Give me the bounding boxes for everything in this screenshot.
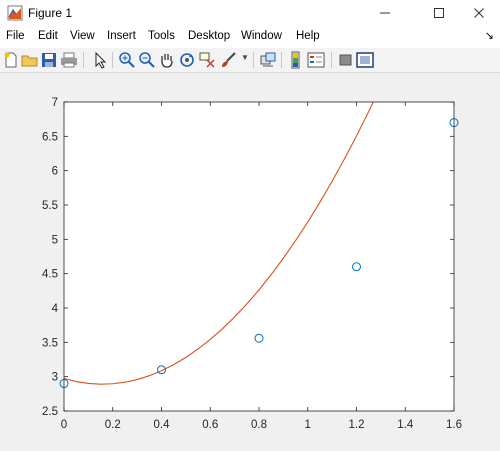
y-tick-label: 5.5 [42, 200, 58, 212]
hide-plot-tools-icon[interactable] [337, 51, 355, 69]
data-cursor-icon[interactable] [198, 51, 216, 69]
print-icon[interactable] [60, 51, 78, 69]
show-plot-tools-icon[interactable] [356, 51, 374, 69]
y-tick-label: 2.5 [42, 406, 58, 418]
toolbar-separator [112, 52, 113, 68]
link-plot-icon[interactable] [259, 51, 277, 69]
y-tick-label: 3.5 [42, 337, 58, 349]
y-tick-label: 5 [52, 234, 58, 246]
pan-hand-icon[interactable] [158, 51, 176, 69]
menu-bar: File Edit View Insert Tools Desktop Wind… [0, 26, 500, 48]
y-tick-label: 3 [52, 372, 58, 384]
menu-desktop[interactable]: Desktop [188, 30, 230, 42]
plot-canvas: 0 0.2 0.4 0.6 0.8 1 1.2 1.4 1.6 2.5 3 3.5 4 4.5 5 5.5 6 6… [42, 97, 462, 431]
menu-tools[interactable]: Tools [148, 30, 175, 42]
toolbar-separator [83, 52, 84, 68]
window-title: Figure 1 [28, 6, 73, 20]
y-tick-label: 6 [52, 166, 58, 178]
toolbar-separator [281, 52, 282, 68]
figure-canvas: 0 0.2 0.4 0.6 0.8 1 1.2 1.4 1.6 2.5 3 3.5 4 4.5 5 5.5 6 6… [0, 73, 500, 451]
maximize-icon [434, 8, 444, 18]
brush-icon[interactable] [219, 51, 237, 69]
zoom-in-icon[interactable] [118, 51, 136, 69]
open-file-icon[interactable] [21, 51, 39, 69]
legend-icon[interactable] [307, 51, 325, 69]
matlab-figure-icon [7, 5, 23, 21]
x-tick-label: 0.8 [251, 419, 267, 431]
x-tick-label: 0.6 [202, 419, 218, 431]
y-tick-label: 4 [52, 303, 59, 315]
menu-window[interactable]: Window [241, 30, 282, 42]
menu-file[interactable]: File [6, 30, 25, 42]
toolbar-separator [331, 52, 332, 68]
pointer-icon[interactable] [91, 51, 109, 69]
x-tick-label: 0.2 [105, 419, 121, 431]
x-tick-label: 0.4 [154, 419, 171, 431]
x-tick-label: 1.4 [397, 419, 414, 431]
brush-dropdown-icon[interactable]: ▼ [241, 53, 249, 62]
window-titlebar: Figure 1 [0, 0, 500, 26]
y-tick-label: 7 [52, 97, 58, 109]
minimize-icon [380, 12, 390, 14]
save-icon[interactable] [40, 51, 58, 69]
x-tick-label: 0 [61, 419, 67, 431]
menu-edit[interactable]: Edit [38, 30, 58, 42]
axes-background [64, 102, 454, 411]
rotate-3d-icon[interactable] [178, 51, 196, 69]
close-icon [474, 8, 484, 18]
y-tick-label: 4.5 [42, 269, 58, 281]
y-tick-label: 6.5 [42, 131, 58, 143]
figure-toolbar: ▼ [0, 48, 500, 73]
menu-insert[interactable]: Insert [107, 30, 136, 42]
x-tick-label: 1 [305, 419, 311, 431]
colorbar-icon[interactable] [287, 51, 305, 69]
menu-view[interactable]: View [70, 30, 95, 42]
zoom-out-icon[interactable] [138, 51, 156, 69]
toolbar-separator [253, 52, 254, 68]
x-tick-label: 1.2 [349, 419, 365, 431]
menu-help[interactable]: Help [296, 30, 320, 42]
new-figure-icon[interactable] [2, 51, 20, 69]
x-tick-label: 1.6 [446, 419, 462, 431]
dock-arrow-icon[interactable]: ↘ [485, 29, 494, 42]
minimize-button[interactable] [362, 0, 408, 26]
close-button[interactable] [456, 0, 500, 26]
